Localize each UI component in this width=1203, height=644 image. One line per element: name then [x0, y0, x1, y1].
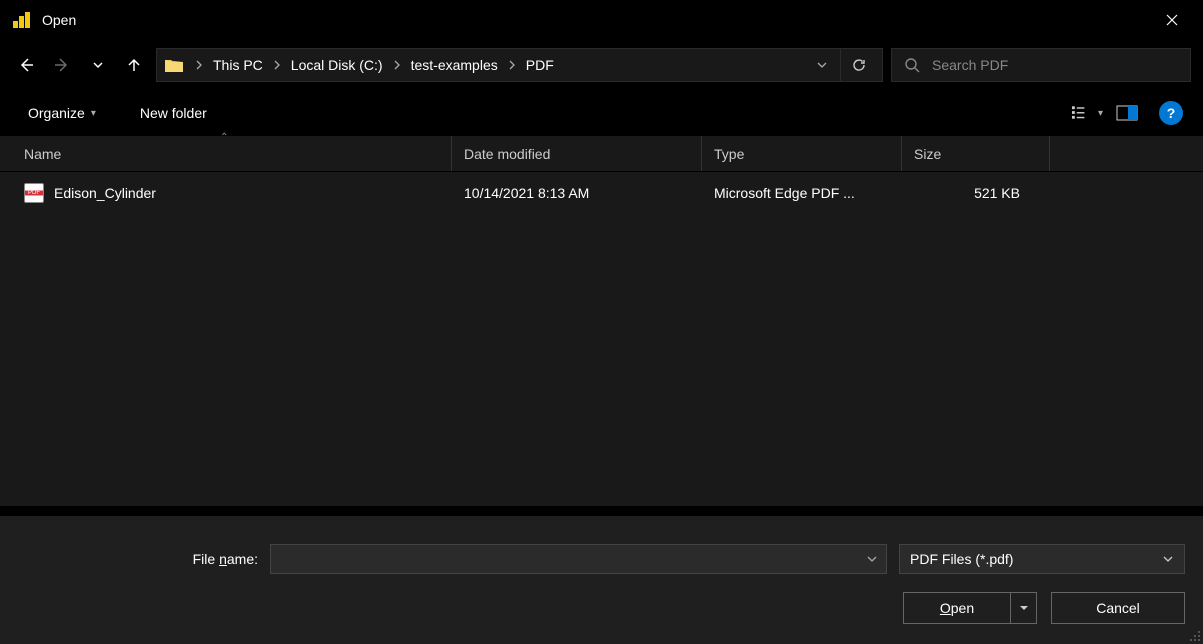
- filter-label: PDF Files (*.pdf): [910, 551, 1013, 567]
- chevron-right-icon[interactable]: [391, 60, 403, 70]
- footer: File name: PDF Files (*.pdf) Open Cancel: [0, 516, 1203, 644]
- column-header-size[interactable]: Size: [902, 136, 1050, 171]
- caret-down-icon: ▾: [91, 108, 96, 119]
- chevron-right-icon[interactable]: [271, 60, 283, 70]
- search-icon: [904, 57, 920, 73]
- back-button[interactable]: [12, 51, 40, 79]
- column-header-date[interactable]: Date modified: [452, 136, 702, 171]
- help-label: ?: [1167, 105, 1176, 121]
- filename-label: File name:: [18, 551, 258, 567]
- recent-locations-button[interactable]: [84, 51, 112, 79]
- chevron-right-icon[interactable]: [506, 60, 518, 70]
- file-list: Name ⌃ Date modified Type Size PDF Ediso…: [0, 136, 1203, 506]
- resize-grip-icon[interactable]: [1189, 630, 1201, 642]
- column-header-name[interactable]: Name ⌃: [0, 136, 452, 171]
- address-bar[interactable]: This PC Local Disk (C:) test-examples PD…: [156, 48, 883, 82]
- preview-pane-button[interactable]: [1111, 99, 1143, 127]
- breadcrumb-segment[interactable]: Local Disk (C:): [287, 49, 387, 81]
- window-title: Open: [42, 12, 76, 28]
- cancel-button[interactable]: Cancel: [1051, 592, 1185, 624]
- view-options-button[interactable]: ▾: [1071, 99, 1103, 127]
- help-button[interactable]: ?: [1159, 101, 1183, 125]
- forward-button[interactable]: [48, 51, 76, 79]
- file-type: Microsoft Edge PDF ...: [702, 185, 902, 201]
- open-button[interactable]: Open: [903, 592, 1011, 624]
- file-name: Edison_Cylinder: [54, 185, 156, 201]
- breadcrumb-segment[interactable]: test-examples: [407, 49, 502, 81]
- file-row[interactable]: PDF Edison_Cylinder 10/14/2021 8:13 AM M…: [0, 172, 1203, 214]
- column-header-type[interactable]: Type: [702, 136, 902, 171]
- refresh-button[interactable]: [840, 49, 876, 81]
- open-split-button: Open: [903, 592, 1037, 624]
- file-name-cell: PDF Edison_Cylinder: [0, 183, 452, 203]
- file-size: 521 KB: [902, 185, 1050, 201]
- search-box[interactable]: [891, 48, 1191, 82]
- file-date: 10/14/2021 8:13 AM: [452, 185, 702, 201]
- new-folder-button[interactable]: New folder: [132, 101, 215, 125]
- chevron-right-icon[interactable]: [193, 60, 205, 70]
- search-input[interactable]: [932, 57, 1178, 73]
- chevron-down-icon: [1162, 553, 1174, 565]
- column-header-spacer: [1050, 136, 1203, 171]
- folder-icon: [163, 54, 185, 76]
- address-dropdown[interactable]: [808, 59, 836, 71]
- organize-label: Organize: [28, 105, 85, 121]
- filename-input[interactable]: [279, 551, 878, 567]
- caret-down-icon: ▾: [1098, 108, 1103, 119]
- nav-row: This PC Local Disk (C:) test-examples PD…: [0, 40, 1203, 90]
- title-bar: Open: [0, 0, 1203, 40]
- breadcrumb-segment[interactable]: This PC: [209, 49, 267, 81]
- chevron-down-icon[interactable]: [866, 553, 878, 565]
- file-type-filter[interactable]: PDF Files (*.pdf): [899, 544, 1185, 574]
- close-button[interactable]: [1149, 4, 1195, 36]
- breadcrumb-segment[interactable]: PDF: [522, 49, 558, 81]
- app-icon: [12, 11, 30, 29]
- column-headers: Name ⌃ Date modified Type Size: [0, 136, 1203, 172]
- organize-button[interactable]: Organize ▾: [20, 101, 104, 125]
- toolbar: Organize ▾ New folder ▾ ?: [0, 90, 1203, 136]
- new-folder-label: New folder: [140, 105, 207, 121]
- filename-combobox[interactable]: [270, 544, 887, 574]
- up-button[interactable]: [120, 51, 148, 79]
- sort-indicator-icon: ⌃: [220, 132, 228, 143]
- pdf-file-icon: PDF: [24, 183, 44, 203]
- open-dropdown-button[interactable]: [1011, 592, 1037, 624]
